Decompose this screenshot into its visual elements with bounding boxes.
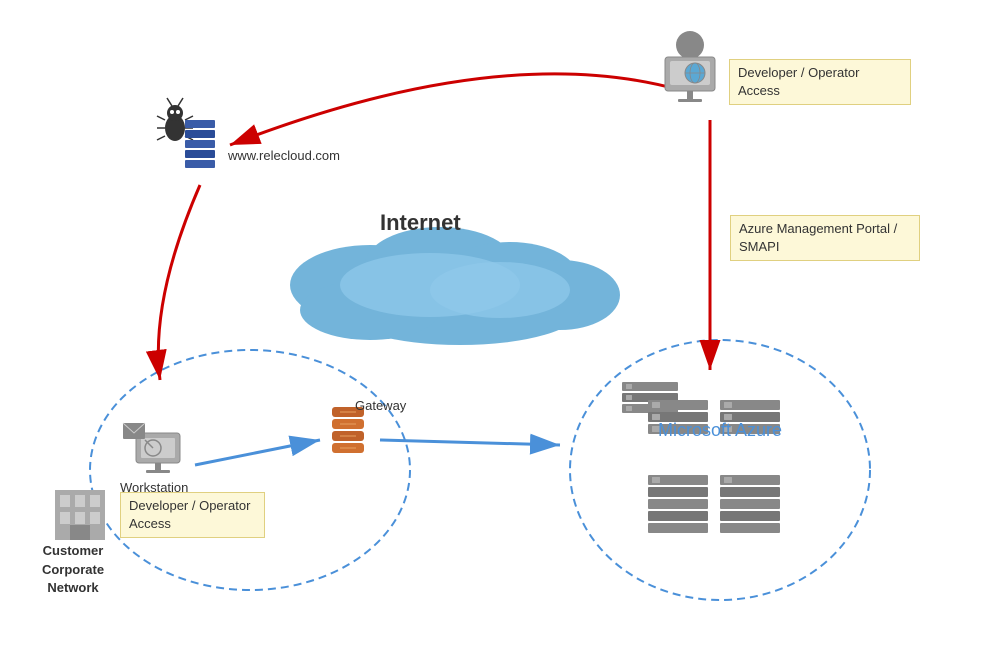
workstation-icon bbox=[123, 423, 180, 473]
azure-circle bbox=[570, 340, 870, 600]
developer-icon-top bbox=[665, 31, 715, 102]
diagram: Internet Microsoft Azure www.relecloud.c… bbox=[0, 0, 988, 652]
internet-label: Internet bbox=[380, 210, 461, 236]
corporate-network-circle bbox=[90, 350, 410, 590]
azure-server-bottom-left bbox=[648, 475, 708, 533]
developer-operator-label-top: Developer / Operator Access bbox=[729, 59, 911, 105]
corporate-network-label: Customer Corporate Network bbox=[28, 542, 118, 597]
blue-arrow-gateway-to-azure bbox=[380, 440, 560, 445]
red-arrow-to-www bbox=[230, 74, 680, 145]
azure-server-bottom-right bbox=[720, 475, 780, 533]
internet-cloud bbox=[290, 227, 620, 345]
www-label: www.relecloud.com bbox=[228, 148, 340, 163]
gateway-icon bbox=[332, 407, 364, 453]
web-server-icon bbox=[185, 120, 215, 168]
red-arrow-www-to-workstation bbox=[158, 185, 200, 380]
azure-management-label: Azure Management Portal / SMAPI bbox=[730, 215, 920, 261]
developer-operator-label-bottom: Developer / Operator Access bbox=[120, 492, 265, 538]
azure-label: Microsoft Azure bbox=[640, 420, 800, 441]
blue-arrow-workstation-to-gateway bbox=[195, 440, 320, 465]
gateway-label: Gateway bbox=[355, 398, 406, 413]
corporate-building-icon bbox=[55, 490, 105, 540]
